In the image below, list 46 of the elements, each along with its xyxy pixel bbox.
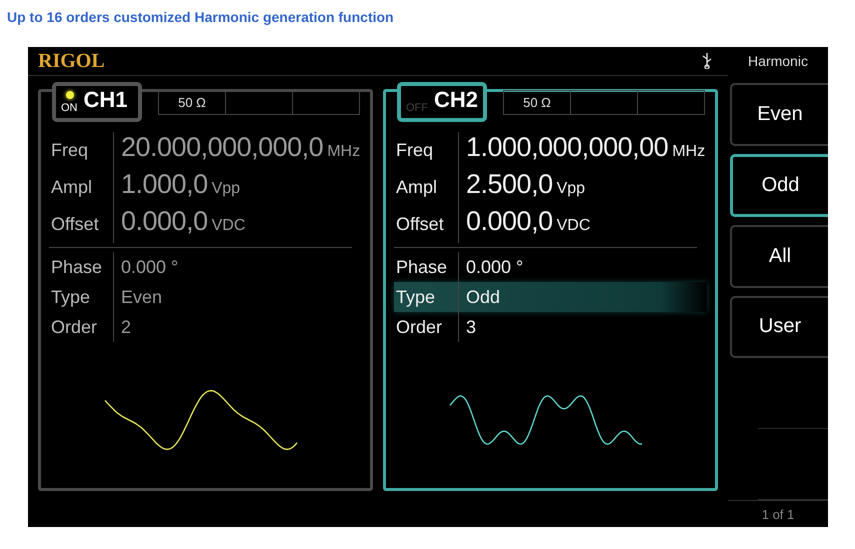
softkey[interactable]: Even <box>730 82 828 146</box>
param-label: Ampl <box>49 169 114 206</box>
param-label: Phase <box>49 252 114 282</box>
param-unit: VDC <box>210 217 246 235</box>
param-value: 2 <box>120 316 132 338</box>
output-state: OFF <box>406 102 428 114</box>
param-label: Order <box>394 312 459 342</box>
param-value: 0.000,0 <box>120 206 208 237</box>
softkey[interactable]: Odd <box>730 154 828 217</box>
param-value: 2.500,0 <box>465 169 553 200</box>
param-value: 0.000,0 <box>465 206 553 237</box>
param-label: Offset <box>394 206 459 243</box>
page-heading: Up to 16 orders customized Harmonic generation function <box>6 8 395 27</box>
softkey[interactable]: User <box>730 296 828 358</box>
channel-name: CH1 <box>84 86 128 114</box>
param-value: 1.000,0 <box>120 169 208 200</box>
channel-tab[interactable]: ON CH1 <box>52 82 142 122</box>
param-label: Freq <box>394 132 459 169</box>
page-indicator: 1 of 1 <box>728 500 828 527</box>
param-value: 0.000 ° <box>120 256 178 278</box>
param-label: Freq <box>49 132 114 169</box>
brand-logo: RIGOL <box>38 50 105 72</box>
param-value: 1.000,000,000,00 <box>465 132 668 163</box>
param-unit: MHz <box>671 143 706 161</box>
param-value: Even <box>120 286 162 308</box>
param-value: 0.000 ° <box>465 256 524 278</box>
param-unit: VDC <box>556 217 590 235</box>
param-label: Ampl <box>394 169 459 206</box>
param-unit: MHz <box>326 143 360 161</box>
param-value: 20.000,000,000,0 <box>120 132 324 163</box>
param-label: Type <box>49 282 114 312</box>
param-value: Odd <box>465 286 500 308</box>
usb-icon <box>702 53 712 69</box>
param-label: Type <box>394 282 459 312</box>
param-unit: Vpp <box>556 180 586 198</box>
menu-title: Harmonic <box>747 52 809 71</box>
channel-tab[interactable]: OFF CH2 <box>397 82 487 122</box>
channel-name: CH2 <box>434 86 478 114</box>
impedance-value: 50 Ω <box>504 90 571 114</box>
param-label: Order <box>49 312 114 342</box>
param-unit: Vpp <box>210 180 240 198</box>
param-label: Offset <box>49 206 114 243</box>
param-value: 3 <box>465 316 476 338</box>
impedance-value: 50 Ω <box>159 90 226 114</box>
softkey[interactable]: All <box>730 224 828 288</box>
output-state: ON <box>61 102 78 114</box>
